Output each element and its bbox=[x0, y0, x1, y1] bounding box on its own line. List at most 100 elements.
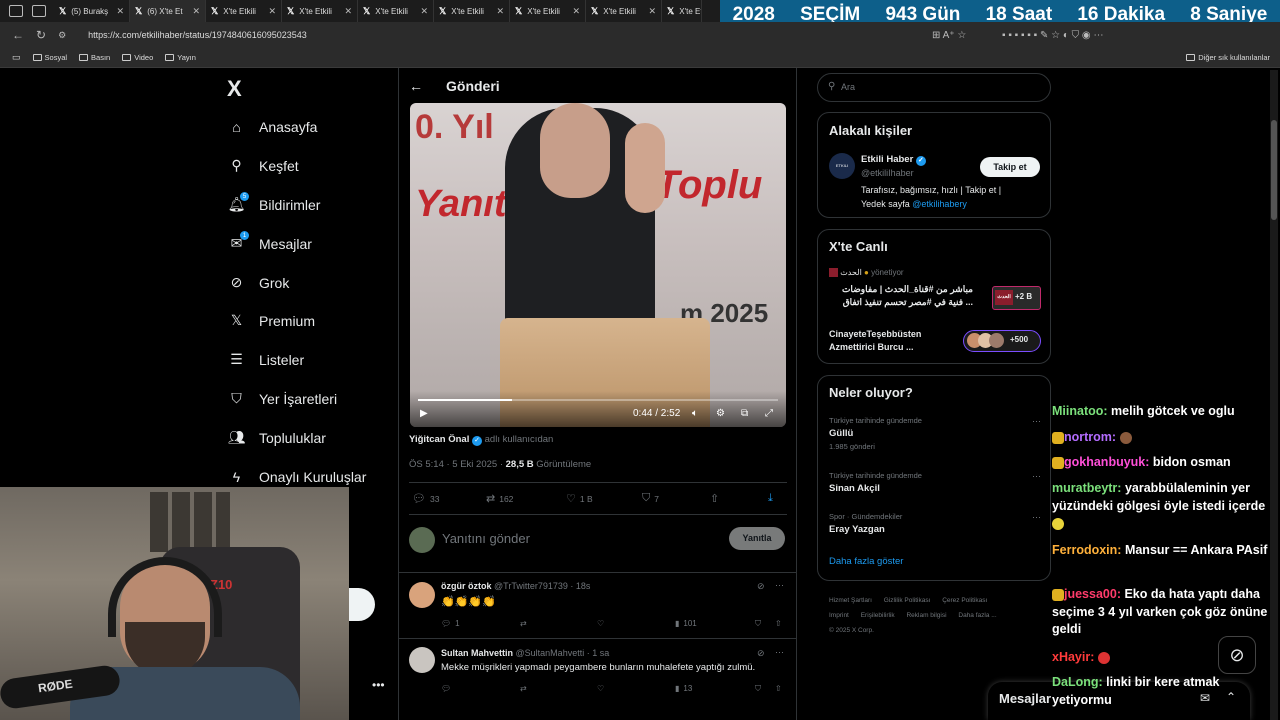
video-player[interactable]: 0. Yıl Yanıtı Toplu m 2025 ▶ 0:44 / 2:52… bbox=[410, 103, 786, 427]
views-action[interactable]: ▮ 101 bbox=[675, 619, 697, 628]
pip-icon[interactable]: ⧉ bbox=[741, 408, 748, 419]
nav-item-communities[interactable]: 👥︎ Topluluklar bbox=[228, 429, 326, 446]
footer-link[interactable]: Daha fazla ... bbox=[958, 612, 996, 619]
like-stat[interactable]: ♡ 1 B bbox=[566, 492, 593, 505]
more-icon[interactable]: ⋯ bbox=[1032, 416, 1041, 427]
grok-icon[interactable]: ⊘ bbox=[757, 581, 765, 592]
close-icon[interactable]: ✕ bbox=[572, 6, 580, 17]
reply-author[interactable]: Sultan Mahvettin @SultanMahvetti · 1 sa bbox=[441, 648, 609, 658]
trend-item[interactable]: Spor · Gündemdekiler Eray Yazgan ⋯ bbox=[829, 512, 1041, 540]
close-icon[interactable]: ✕ bbox=[116, 6, 124, 17]
browser-tab[interactable]: 𝕏 X'te Etkili ✕ bbox=[282, 0, 358, 22]
reply-item[interactable]: Sultan Mahvettin @SultanMahvetti · 1 sa … bbox=[398, 638, 797, 708]
like-action[interactable]: ♡ bbox=[597, 619, 604, 628]
repost-stat[interactable]: ⇄ 162 bbox=[486, 492, 513, 505]
account-avatar[interactable]: ETKILI HABER bbox=[829, 153, 855, 179]
trend-item[interactable]: Türkiye tarihinde gündemde Sinan Akçil ⋯ bbox=[829, 471, 1041, 499]
extensions-icon[interactable]: ⊞ A⁺ ☆ bbox=[932, 30, 966, 41]
play-icon[interactable]: ▶ bbox=[420, 408, 428, 419]
post-button-partial[interactable] bbox=[349, 588, 375, 621]
nav-item-notifications[interactable]: 🔔︎ 5 Bildirimler bbox=[228, 192, 320, 213]
back-icon[interactable]: ← bbox=[409, 78, 423, 94]
credit-name[interactable]: Yiğitcan Önal bbox=[409, 434, 469, 445]
grok-icon[interactable]: ⊘ bbox=[757, 648, 765, 659]
bookmark-action[interactable]: ⛉ bbox=[755, 619, 761, 629]
footer-link[interactable]: Çerez Politikası bbox=[942, 597, 987, 604]
avatar[interactable] bbox=[409, 582, 435, 608]
volume-icon[interactable]: 🔈︎ bbox=[692, 408, 698, 419]
bio-link[interactable]: @etkilihabery bbox=[912, 199, 967, 209]
reply-author[interactable]: özgür öztok @TrTwitter791739 · 18s bbox=[441, 581, 590, 591]
browser-tab[interactable]: 𝕏 X'te Etkili ✕ bbox=[586, 0, 662, 22]
bookmark-stat[interactable]: ⛉ 7 bbox=[642, 492, 659, 505]
bookmark-folder[interactable]: Basın bbox=[79, 53, 110, 62]
close-icon[interactable]: ✕ bbox=[648, 6, 656, 17]
url-field[interactable]: https://x.com/etkilihaber/status/1974840… bbox=[88, 30, 307, 40]
toolbar-icons[interactable]: ▪ ▪ ▪ ▪ ▪ ▪ ✎ ☆ ◐ ⛉ ◉ ⋯ bbox=[1002, 30, 1103, 41]
bookmarks-menu-icon[interactable]: ▭ bbox=[12, 52, 21, 63]
progress-track[interactable] bbox=[418, 399, 778, 401]
more-icon[interactable]: ⋯ bbox=[775, 647, 784, 658]
reply-action[interactable]: 💬︎ 1 bbox=[441, 619, 460, 628]
reply-action[interactable]: 💬︎ bbox=[441, 684, 451, 693]
back-icon[interactable]: ← bbox=[12, 28, 24, 42]
repost-action[interactable]: ⇄ bbox=[520, 684, 527, 693]
avatar[interactable] bbox=[409, 647, 435, 673]
live-listeners[interactable]: الحدث +2 B bbox=[992, 286, 1041, 310]
browser-tab[interactable]: 𝕏 (5) Burakş ✕ bbox=[54, 0, 130, 22]
nav-item-bookmarks[interactable]: ⛉ Yer İşaretleri bbox=[228, 390, 337, 407]
more-options-icon[interactable]: ••• bbox=[372, 678, 385, 692]
account-name[interactable]: Etkili Haber ✓ bbox=[861, 154, 926, 166]
bookmark-folder[interactable]: Sosyal bbox=[32, 53, 67, 62]
browser-tab[interactable]: 𝕏 X'te Etkili ✕ bbox=[434, 0, 510, 22]
reply-input[interactable]: Yanıtını gönder bbox=[442, 531, 530, 546]
timestamp-text[interactable]: ÖS 5:14 · 5 Eki 2025 · bbox=[409, 459, 503, 470]
nav-item-verified-orgs[interactable]: ϟ Onaylı Kuruluşlar bbox=[228, 468, 367, 485]
footer-link[interactable]: Imprint bbox=[829, 612, 849, 619]
fullscreen-icon[interactable]: ⤢ bbox=[765, 408, 773, 419]
close-icon[interactable]: ✕ bbox=[496, 6, 504, 17]
live-listeners[interactable]: +500 bbox=[963, 330, 1041, 352]
show-more-link[interactable]: Daha fazla göster bbox=[829, 556, 903, 567]
grok-fab[interactable]: ⊘ bbox=[1218, 636, 1256, 674]
footer-link[interactable]: Gizlilik Politikası bbox=[884, 597, 931, 604]
bookmark-folder[interactable]: Video bbox=[122, 53, 153, 62]
other-bookmarks[interactable]: Diğer sık kullanılanlar bbox=[1186, 53, 1270, 62]
nav-item-explore[interactable]: ⚲ Keşfet bbox=[228, 157, 298, 174]
close-icon[interactable]: ✕ bbox=[268, 6, 276, 17]
more-icon[interactable]: ⋯ bbox=[1032, 471, 1041, 482]
follow-button[interactable]: Takip et bbox=[980, 157, 1040, 177]
bookmark-folder[interactable]: Yayın bbox=[165, 53, 196, 62]
bookmark-action[interactable]: ⛉ bbox=[755, 684, 761, 694]
views-action[interactable]: ▮ 13 bbox=[675, 684, 692, 693]
browser-tab[interactable]: 𝕏 X'te Etkili ✕ bbox=[358, 0, 434, 22]
avatar[interactable] bbox=[409, 527, 435, 553]
live-item[interactable]: CinayeteTeşebbüsten Azmettirici Burcu ..… bbox=[829, 328, 1041, 358]
browser-tab[interactable]: 𝕏 X'te Etk bbox=[662, 0, 702, 22]
nav-item-premium[interactable]: 𝕏 Premium bbox=[228, 312, 315, 329]
more-icon[interactable]: ⋯ bbox=[775, 580, 784, 591]
footer-link[interactable]: Erişilebilirlik bbox=[861, 612, 895, 619]
browser-tab[interactable]: 𝕏 (6) X'te Et ✕ bbox=[130, 0, 206, 22]
reply-item[interactable]: özgür öztok @TrTwitter791739 · 18s ⊘ ⋯ 👏… bbox=[398, 572, 797, 638]
nav-item-grok[interactable]: ⊘ Grok bbox=[228, 274, 290, 291]
reload-icon[interactable]: ↻ bbox=[36, 28, 46, 42]
search-input[interactable]: ⚲ Ara bbox=[817, 73, 1051, 102]
browser-tab[interactable]: 𝕏 X'te Etkili ✕ bbox=[510, 0, 586, 22]
close-icon[interactable]: ✕ bbox=[420, 6, 428, 17]
settings-icon[interactable]: ⚙ bbox=[716, 408, 725, 419]
repost-action[interactable]: ⇄ bbox=[520, 619, 527, 628]
tab-actions-icon[interactable] bbox=[9, 5, 23, 17]
vertical-tabs-icon[interactable] bbox=[32, 5, 46, 17]
reply-button[interactable]: Yanıtla bbox=[729, 527, 785, 550]
like-action[interactable]: ♡ bbox=[597, 684, 604, 693]
share-action[interactable]: ⇧ bbox=[775, 619, 782, 628]
nav-item-messages[interactable]: ✉ 1 Mesajlar bbox=[228, 231, 312, 252]
x-logo[interactable]: X bbox=[227, 76, 242, 102]
nav-item-lists[interactable]: ☰ Listeler bbox=[228, 351, 304, 368]
more-icon[interactable]: ⋯ bbox=[1032, 512, 1041, 523]
reply-stat[interactable]: 💬︎ 33 bbox=[412, 492, 439, 505]
live-item[interactable]: الحدث ● yönetiyor مباشر من #قناة_الحدث |… bbox=[829, 268, 1041, 316]
footer-link[interactable]: Reklam bilgisi bbox=[906, 612, 946, 619]
share-action[interactable]: ⇧ bbox=[775, 684, 782, 693]
